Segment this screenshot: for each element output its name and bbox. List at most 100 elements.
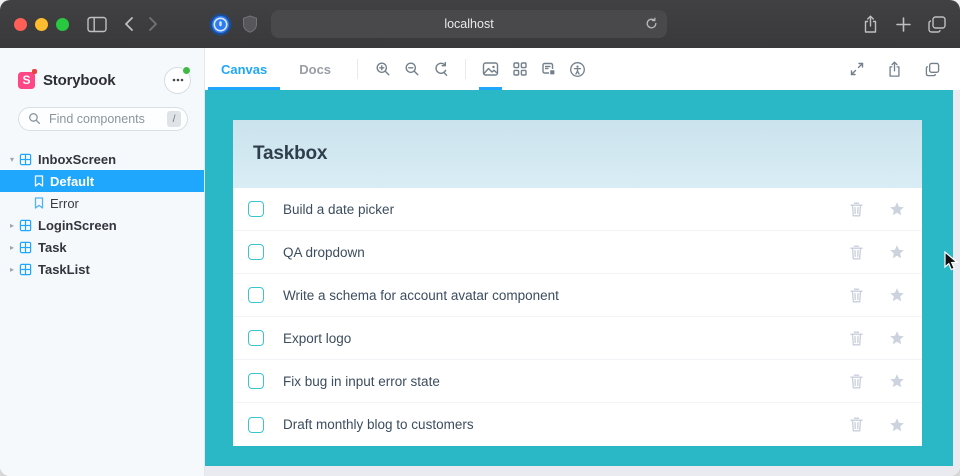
delete-task-button[interactable]	[850, 288, 863, 303]
shield-extension-icon[interactable]	[242, 15, 258, 33]
backgrounds-button[interactable]	[476, 48, 505, 90]
tree-item-label: TaskList	[38, 262, 90, 277]
address-bar-url: localhost	[444, 17, 493, 31]
task-row: Export logo	[233, 317, 922, 360]
accessibility-button[interactable]	[563, 48, 592, 90]
share-up-icon	[887, 61, 902, 78]
task-checkbox[interactable]	[248, 201, 264, 217]
task-row: Draft monthly blog to customers	[233, 403, 922, 446]
task-row: Build a date picker	[233, 188, 922, 231]
search-shortcut-badge: /	[167, 111, 181, 127]
tree-item-label: InboxScreen	[38, 152, 116, 167]
task-checkbox[interactable]	[248, 373, 264, 389]
pin-task-button[interactable]	[889, 201, 905, 217]
trash-icon	[850, 331, 863, 346]
share-story-button[interactable]	[880, 61, 909, 78]
storybook-logo: S	[18, 72, 35, 89]
delete-task-button[interactable]	[850, 331, 863, 346]
task-checkbox[interactable]	[248, 287, 264, 303]
task-list: Build a date picker QA dropdown Write a …	[233, 188, 922, 446]
sidebar-tree-item[interactable]: ▸ TaskList	[0, 258, 204, 280]
grid-icon	[512, 61, 528, 77]
task-title: Export logo	[283, 331, 351, 346]
star-icon	[889, 330, 905, 346]
zoom-reset-button[interactable]	[426, 48, 455, 90]
accessibility-icon	[569, 61, 586, 78]
task-title: Write a schema for account avatar compon…	[283, 288, 559, 303]
pin-task-button[interactable]	[889, 330, 905, 346]
sidebar-tree-item[interactable]: ▾ InboxScreen	[0, 148, 204, 170]
zoom-out-button[interactable]	[397, 48, 426, 90]
star-icon	[889, 201, 905, 217]
sidebar-tree-item[interactable]: ▸ LoginScreen	[0, 214, 204, 236]
delete-task-button[interactable]	[850, 245, 863, 260]
address-bar[interactable]: localhost	[271, 10, 667, 38]
zoom-in-button[interactable]	[368, 48, 397, 90]
sidebar-tree-item[interactable]: Default	[0, 170, 204, 192]
back-button-icon[interactable]	[123, 16, 135, 32]
delete-task-button[interactable]	[850, 374, 863, 389]
story-background: Taskbox Build a date picker QA dropdown	[205, 90, 953, 466]
task-checkbox[interactable]	[248, 330, 264, 346]
update-available-dot	[182, 66, 191, 75]
close-window-button[interactable]	[14, 18, 27, 31]
pin-task-button[interactable]	[889, 417, 905, 433]
stacked-layers-icon	[541, 61, 557, 77]
fullscreen-button[interactable]	[842, 61, 871, 77]
star-icon	[889, 417, 905, 433]
tab-docs[interactable]: Docs	[283, 48, 347, 90]
tree-item-label: Error	[50, 196, 79, 211]
forward-button-icon[interactable]	[147, 16, 159, 32]
trash-icon	[850, 417, 863, 432]
task-row: Fix bug in input error state	[233, 360, 922, 403]
delete-task-button[interactable]	[850, 417, 863, 432]
tab-overview-icon[interactable]	[928, 16, 946, 33]
star-icon	[889, 287, 905, 303]
delete-task-button[interactable]	[850, 202, 863, 217]
minimize-window-button[interactable]	[35, 18, 48, 31]
pin-task-button[interactable]	[889, 244, 905, 260]
task-checkbox[interactable]	[248, 244, 264, 260]
zoom-out-icon	[404, 61, 420, 77]
sidebar-menu-button[interactable]	[164, 67, 191, 94]
zoom-in-icon	[375, 61, 391, 77]
measure-outline-button[interactable]	[534, 48, 563, 90]
refresh-icon[interactable]	[645, 17, 658, 35]
open-canvas-new-tab-button[interactable]	[918, 62, 947, 77]
trash-icon	[850, 202, 863, 217]
sidebar-tree-item[interactable]: ▸ Task	[0, 236, 204, 258]
trash-icon	[850, 288, 863, 303]
onepassword-extension-icon[interactable]	[209, 13, 232, 36]
zoom-reset-icon	[433, 61, 449, 77]
storybook-logo-letter: S	[22, 73, 30, 87]
share-icon[interactable]	[862, 15, 879, 34]
tree-item-label: Task	[38, 240, 67, 255]
tab-canvas[interactable]: Canvas	[205, 48, 283, 90]
search-input[interactable]	[18, 107, 188, 131]
tab-docs-label: Docs	[299, 62, 331, 77]
pin-task-button[interactable]	[889, 287, 905, 303]
task-title: Build a date picker	[283, 202, 394, 217]
caret-icon: ▸	[5, 243, 19, 252]
trash-icon	[850, 245, 863, 260]
taskbox-header: Taskbox	[233, 120, 922, 188]
ellipsis-icon	[172, 78, 184, 82]
sidebar-tree-item[interactable]: Error	[0, 192, 204, 214]
zoom-window-button[interactable]	[56, 18, 69, 31]
logo-notification-dot	[32, 69, 37, 74]
star-icon	[889, 244, 905, 260]
background-image-icon	[482, 61, 499, 77]
grid-toggle-button[interactable]	[505, 48, 534, 90]
pin-task-button[interactable]	[889, 373, 905, 389]
sidebar-toggle-icon[interactable]	[87, 16, 107, 33]
task-title: QA dropdown	[283, 245, 365, 260]
tree-item-label: LoginScreen	[38, 218, 117, 233]
task-title: Fix bug in input error state	[283, 374, 440, 389]
task-checkbox[interactable]	[248, 417, 264, 433]
task-row: Write a schema for account avatar compon…	[233, 274, 922, 317]
new-tab-icon[interactable]	[895, 16, 912, 33]
storybook-sidebar: S Storybook / ▾ InboxScreen	[0, 48, 205, 476]
search-icon	[28, 112, 41, 130]
story-bookmark-icon	[34, 197, 44, 209]
caret-icon: ▾	[5, 155, 19, 164]
